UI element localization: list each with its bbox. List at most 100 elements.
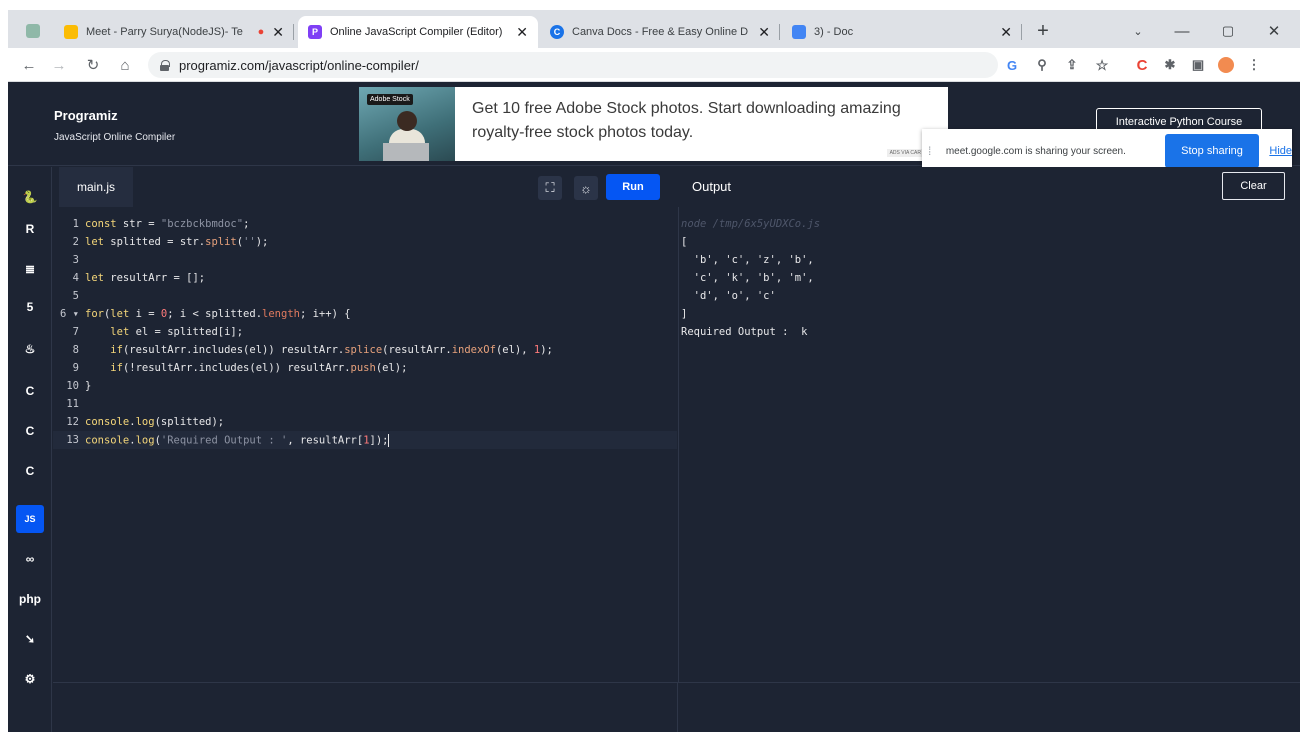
programiz-favicon-icon: P xyxy=(308,25,322,39)
tab-programiz[interactable]: P Online JavaScript Compiler (Editor) ✕ xyxy=(298,16,538,48)
html-icon[interactable]: 5 xyxy=(16,293,44,321)
code-line[interactable]: 4 let resultArr = []; xyxy=(53,269,677,287)
code-line[interactable]: 1 const str = "bczbckbmdoc"; xyxy=(53,215,677,233)
site-header: Programiz JavaScript Online Compiler Ado… xyxy=(8,82,1300,173)
swift-icon[interactable]: ➘ xyxy=(16,625,44,653)
theme-sun-icon[interactable]: ☼ xyxy=(574,176,598,200)
extension-red-icon[interactable]: C xyxy=(1132,55,1152,75)
extensions-puzzle-icon[interactable]: ✱ xyxy=(1160,55,1180,75)
code-line[interactable]: 3 xyxy=(53,251,677,269)
output-line: 'c', 'k', 'b', 'm', xyxy=(681,272,814,284)
tab-meet[interactable]: Meet - Parry Surya(NodeJS)- Te ● ✕ xyxy=(54,16,294,48)
line-number: 2 xyxy=(72,236,79,248)
php-icon[interactable]: php xyxy=(16,585,44,613)
c-icon[interactable]: C xyxy=(16,377,44,405)
output-header: Output Clear xyxy=(678,167,1300,207)
tab-title: Meet - Parry Surya(NodeJS)- Te xyxy=(86,26,243,38)
url-text: programiz.com/javascript/online-compiler… xyxy=(179,57,419,73)
code-line[interactable]: 6 ▾ for(let i = 0; i < splitted.length; i… xyxy=(53,305,677,323)
code-line[interactable]: 10} xyxy=(53,377,677,395)
bookmark-star-icon[interactable]: ☆ xyxy=(1092,55,1112,75)
code-text: let splitted = str.split(''); xyxy=(85,236,269,248)
fullscreen-icon[interactable]: ⛶ xyxy=(538,176,562,200)
ad-choice[interactable]: ADS VIA CAR xyxy=(886,149,924,157)
code-editor[interactable]: 1 const str = "bczbckbmdoc"; 2 let splitted… xyxy=(53,207,677,682)
google-lens-icon[interactable]: G xyxy=(1002,55,1022,75)
rust-icon[interactable]: ⚙ xyxy=(16,665,44,693)
tab-title: Canva Docs - Free & Easy Online D xyxy=(572,26,749,38)
code-line[interactable]: 12 console.log(splitted); xyxy=(53,413,677,431)
home-icon[interactable]: ⌂ xyxy=(114,54,136,76)
back-arrow-icon[interactable]: ← xyxy=(18,54,40,76)
code-text: console.log('Required Output : ', result… xyxy=(85,433,390,447)
tab-separator xyxy=(779,24,780,40)
code-text: if(resultArr.includes(el)) resultArr.spl… xyxy=(110,344,553,356)
java-icon[interactable]: ♨ xyxy=(16,335,44,363)
line-number: 3 xyxy=(72,254,79,266)
code-line[interactable]: 11 xyxy=(53,395,677,413)
csharp-icon[interactable]: C xyxy=(16,457,44,485)
run-button[interactable]: Run xyxy=(606,174,660,200)
code-line[interactable]: 5 xyxy=(53,287,677,305)
tab-separator xyxy=(293,24,294,40)
language-sidebar: 🐍 R ≣ 5 ♨ C C C JS ∞ php ➘ ⚙ xyxy=(8,167,52,732)
tab-doc[interactable]: 3) - Doc ✕ xyxy=(782,16,1022,48)
programiz-logo[interactable]: Programiz xyxy=(54,108,118,123)
address-bar[interactable]: programiz.com/javascript/online-compiler… xyxy=(148,52,998,78)
code-line[interactable]: 13 console.log('Required Output : ', resu… xyxy=(53,431,677,449)
code-line[interactable]: 2 let splitted = str.split(''); xyxy=(53,233,677,251)
output-title: Output xyxy=(692,179,732,194)
code-line[interactable]: 9 if(!resultArr.includes(el)) resultArr.… xyxy=(53,359,677,377)
reload-icon[interactable]: ↻ xyxy=(82,54,104,76)
minimize-button[interactable]: — xyxy=(1168,16,1196,46)
canva-favicon-icon: C xyxy=(550,25,564,39)
line-number: 4 xyxy=(72,272,79,284)
drag-handle-icon[interactable]: ⁞ xyxy=(928,144,942,158)
recording-icon: ● xyxy=(257,26,265,38)
go-icon[interactable]: ∞ xyxy=(16,545,44,573)
profile-avatar-icon[interactable] xyxy=(1216,55,1236,75)
r-icon[interactable]: R xyxy=(16,215,44,243)
window-close-button[interactable]: ✕ xyxy=(1260,16,1288,46)
ad-person-head xyxy=(397,111,417,131)
code-text: let el = splitted[i]; xyxy=(110,326,244,338)
code-text: } xyxy=(85,380,92,392)
line-number: 12 xyxy=(66,416,79,428)
javascript-icon[interactable]: JS xyxy=(16,505,44,533)
new-tab-button[interactable]: + xyxy=(1030,16,1056,46)
line-number: 5 xyxy=(72,290,79,302)
ad-image: Adobe Stock xyxy=(359,87,455,161)
code-line[interactable]: 8 if(resultArr.includes(el)) resultArr.s… xyxy=(53,341,677,359)
close-icon[interactable]: ✕ xyxy=(1000,24,1012,41)
output-line: Required Output : k xyxy=(681,326,808,338)
lock-icon xyxy=(160,59,170,71)
tab-search-icon[interactable] xyxy=(22,16,44,46)
menu-kebab-icon[interactable]: ⋮ xyxy=(1244,55,1264,75)
meet-favicon-icon xyxy=(64,25,78,39)
clear-button[interactable]: Clear xyxy=(1222,172,1285,200)
adobe-stock-ad[interactable]: Adobe Stock Get 10 free Adobe Stock phot… xyxy=(359,87,948,161)
close-icon[interactable]: ✕ xyxy=(758,24,770,41)
maximize-button[interactable]: ▢ xyxy=(1214,16,1242,46)
bottom-divider xyxy=(677,683,678,732)
python-icon[interactable]: 🐍 xyxy=(16,183,44,211)
line-number: 1 xyxy=(72,218,79,230)
tab-canva[interactable]: C Canva Docs - Free & Easy Online D ✕ xyxy=(540,16,780,48)
tab-list-chevron-icon[interactable]: ⌄ xyxy=(1124,16,1152,46)
hide-link[interactable]: Hide xyxy=(1269,145,1292,157)
forward-arrow-icon[interactable]: → xyxy=(48,54,70,76)
line-number: 11 xyxy=(66,398,79,410)
tab-title: 3) - Doc xyxy=(814,26,854,38)
cpp-icon[interactable]: C xyxy=(16,417,44,445)
stop-sharing-button[interactable]: Stop sharing xyxy=(1164,134,1260,168)
code-line[interactable]: 7 let el = splitted[i]; xyxy=(53,323,677,341)
zoom-icon[interactable]: ⚲ xyxy=(1032,55,1052,75)
share-icon[interactable]: ⇪ xyxy=(1062,55,1082,75)
side-panel-icon[interactable]: ▣ xyxy=(1188,55,1208,75)
close-icon[interactable]: ✕ xyxy=(516,24,528,41)
close-icon[interactable]: ✕ xyxy=(272,24,284,41)
sql-icon[interactable]: ≣ xyxy=(16,255,44,283)
file-tab-main-js[interactable]: main.js xyxy=(59,167,133,207)
tab-title: Online JavaScript Compiler (Editor) xyxy=(330,26,503,38)
doc-favicon-icon xyxy=(792,25,806,39)
